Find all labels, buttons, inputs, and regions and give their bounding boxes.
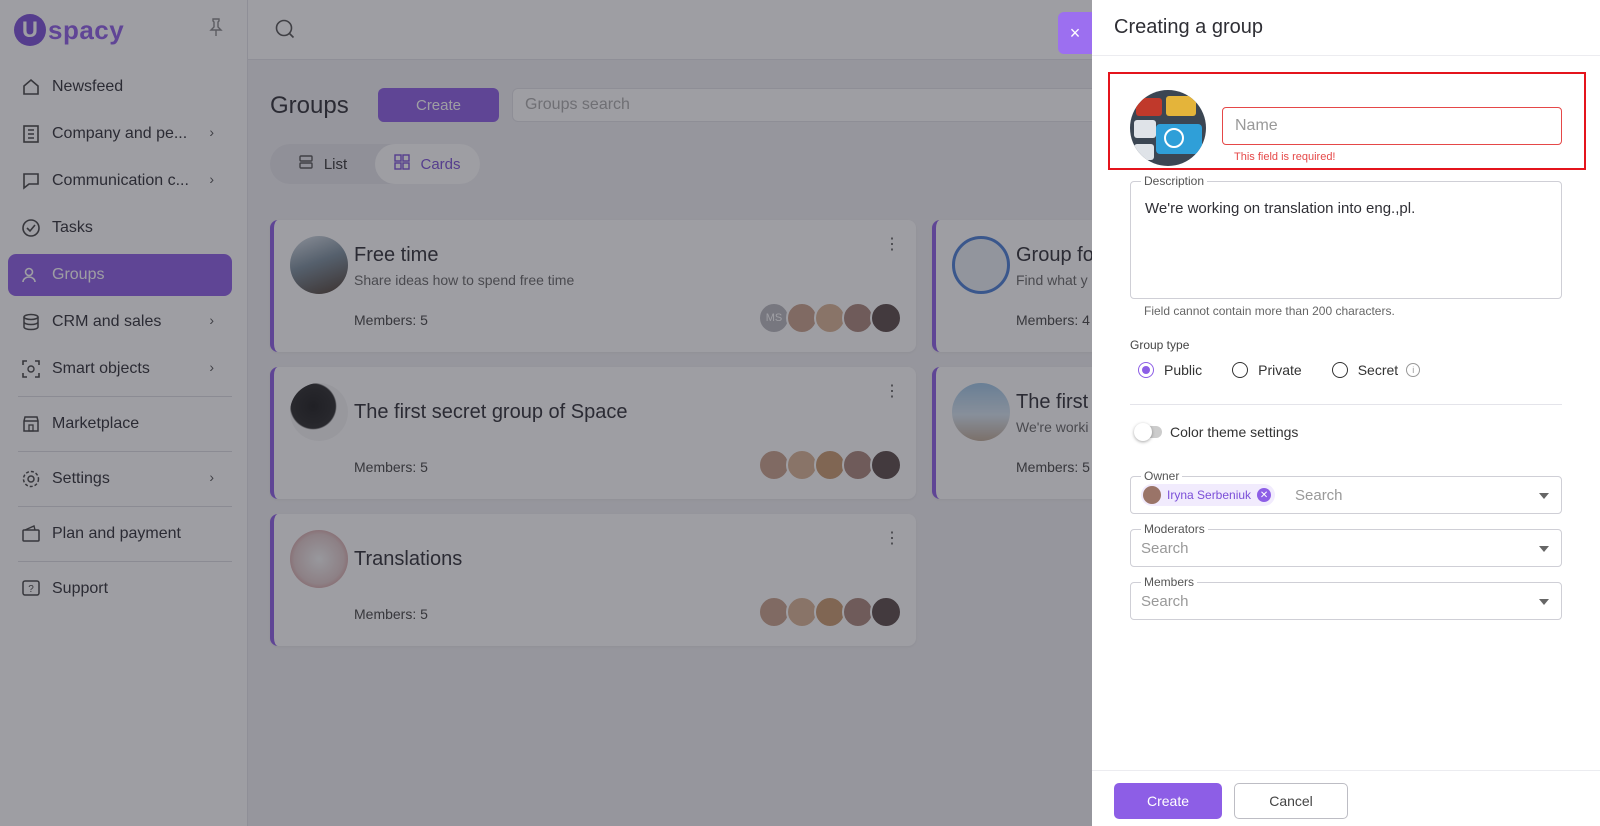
cancel-button[interactable]: Cancel — [1234, 783, 1348, 819]
radio-empty-icon — [1232, 362, 1249, 378]
owner-chip[interactable]: Iryna Serbeniuk ✕ — [1141, 484, 1276, 506]
group-image-upload[interactable] — [1130, 90, 1206, 166]
moderators-search-input[interactable]: Search — [1141, 540, 1189, 557]
description-label: Description — [1141, 174, 1208, 188]
chevron-down-icon[interactable] — [1539, 493, 1549, 499]
owner-chip-name: Iryna Serbeniuk — [1167, 488, 1252, 502]
group-type-label: Group type — [1130, 338, 1190, 352]
radio-selected-icon — [1138, 362, 1154, 378]
radio-label: Public — [1164, 362, 1203, 378]
radio-private[interactable]: Private — [1232, 362, 1302, 378]
description-hint: Field cannot contain more than 200 chara… — [1144, 304, 1395, 318]
close-icon: × — [1069, 22, 1081, 43]
close-drawer-button[interactable]: × — [1058, 12, 1092, 54]
radio-public[interactable]: Public — [1138, 362, 1202, 378]
moderators-select[interactable]: Moderators Search — [1130, 522, 1562, 567]
avatar — [1143, 486, 1161, 504]
group-name-input[interactable]: Name — [1222, 107, 1562, 145]
color-theme-label: Color theme settings — [1170, 424, 1299, 440]
radio-label: Secret — [1357, 362, 1399, 378]
members-search-input[interactable]: Search — [1141, 593, 1189, 610]
description-value: We're working on translation into eng.,p… — [1145, 200, 1416, 217]
radio-label: Private — [1258, 362, 1302, 378]
modal-overlay[interactable] — [0, 0, 1092, 826]
create-button[interactable]: Create — [1114, 783, 1222, 819]
owner-select[interactable]: Owner Iryna Serbeniuk ✕ Search — [1130, 469, 1562, 514]
chevron-down-icon[interactable] — [1539, 546, 1549, 552]
members-label: Members — [1141, 575, 1198, 589]
remove-chip-icon[interactable]: ✕ — [1257, 488, 1272, 502]
drawer-footer: Create Cancel — [1092, 770, 1600, 826]
create-group-drawer: Creating a group Name This field is requ… — [1092, 0, 1600, 826]
chevron-down-icon[interactable] — [1539, 599, 1549, 605]
radio-secret[interactable]: Secret i — [1331, 362, 1421, 378]
owner-label: Owner — [1141, 469, 1183, 483]
radio-empty-icon — [1331, 362, 1348, 378]
color-theme-toggle-row[interactable]: Color theme settings — [1134, 423, 1299, 441]
group-type-radios: Public Private Secret i — [1138, 362, 1450, 378]
moderators-label: Moderators — [1141, 522, 1208, 536]
toggle-switch[interactable] — [1134, 423, 1162, 441]
drawer-title: Creating a group — [1092, 0, 1600, 56]
owner-search-input[interactable]: Search — [1295, 487, 1343, 504]
divider — [1130, 404, 1562, 405]
name-error-message: This field is required! — [1234, 151, 1336, 163]
description-field[interactable]: Description We're working on translation… — [1130, 174, 1562, 299]
members-select[interactable]: Members Search — [1130, 575, 1562, 620]
info-icon[interactable]: i — [1406, 363, 1421, 377]
